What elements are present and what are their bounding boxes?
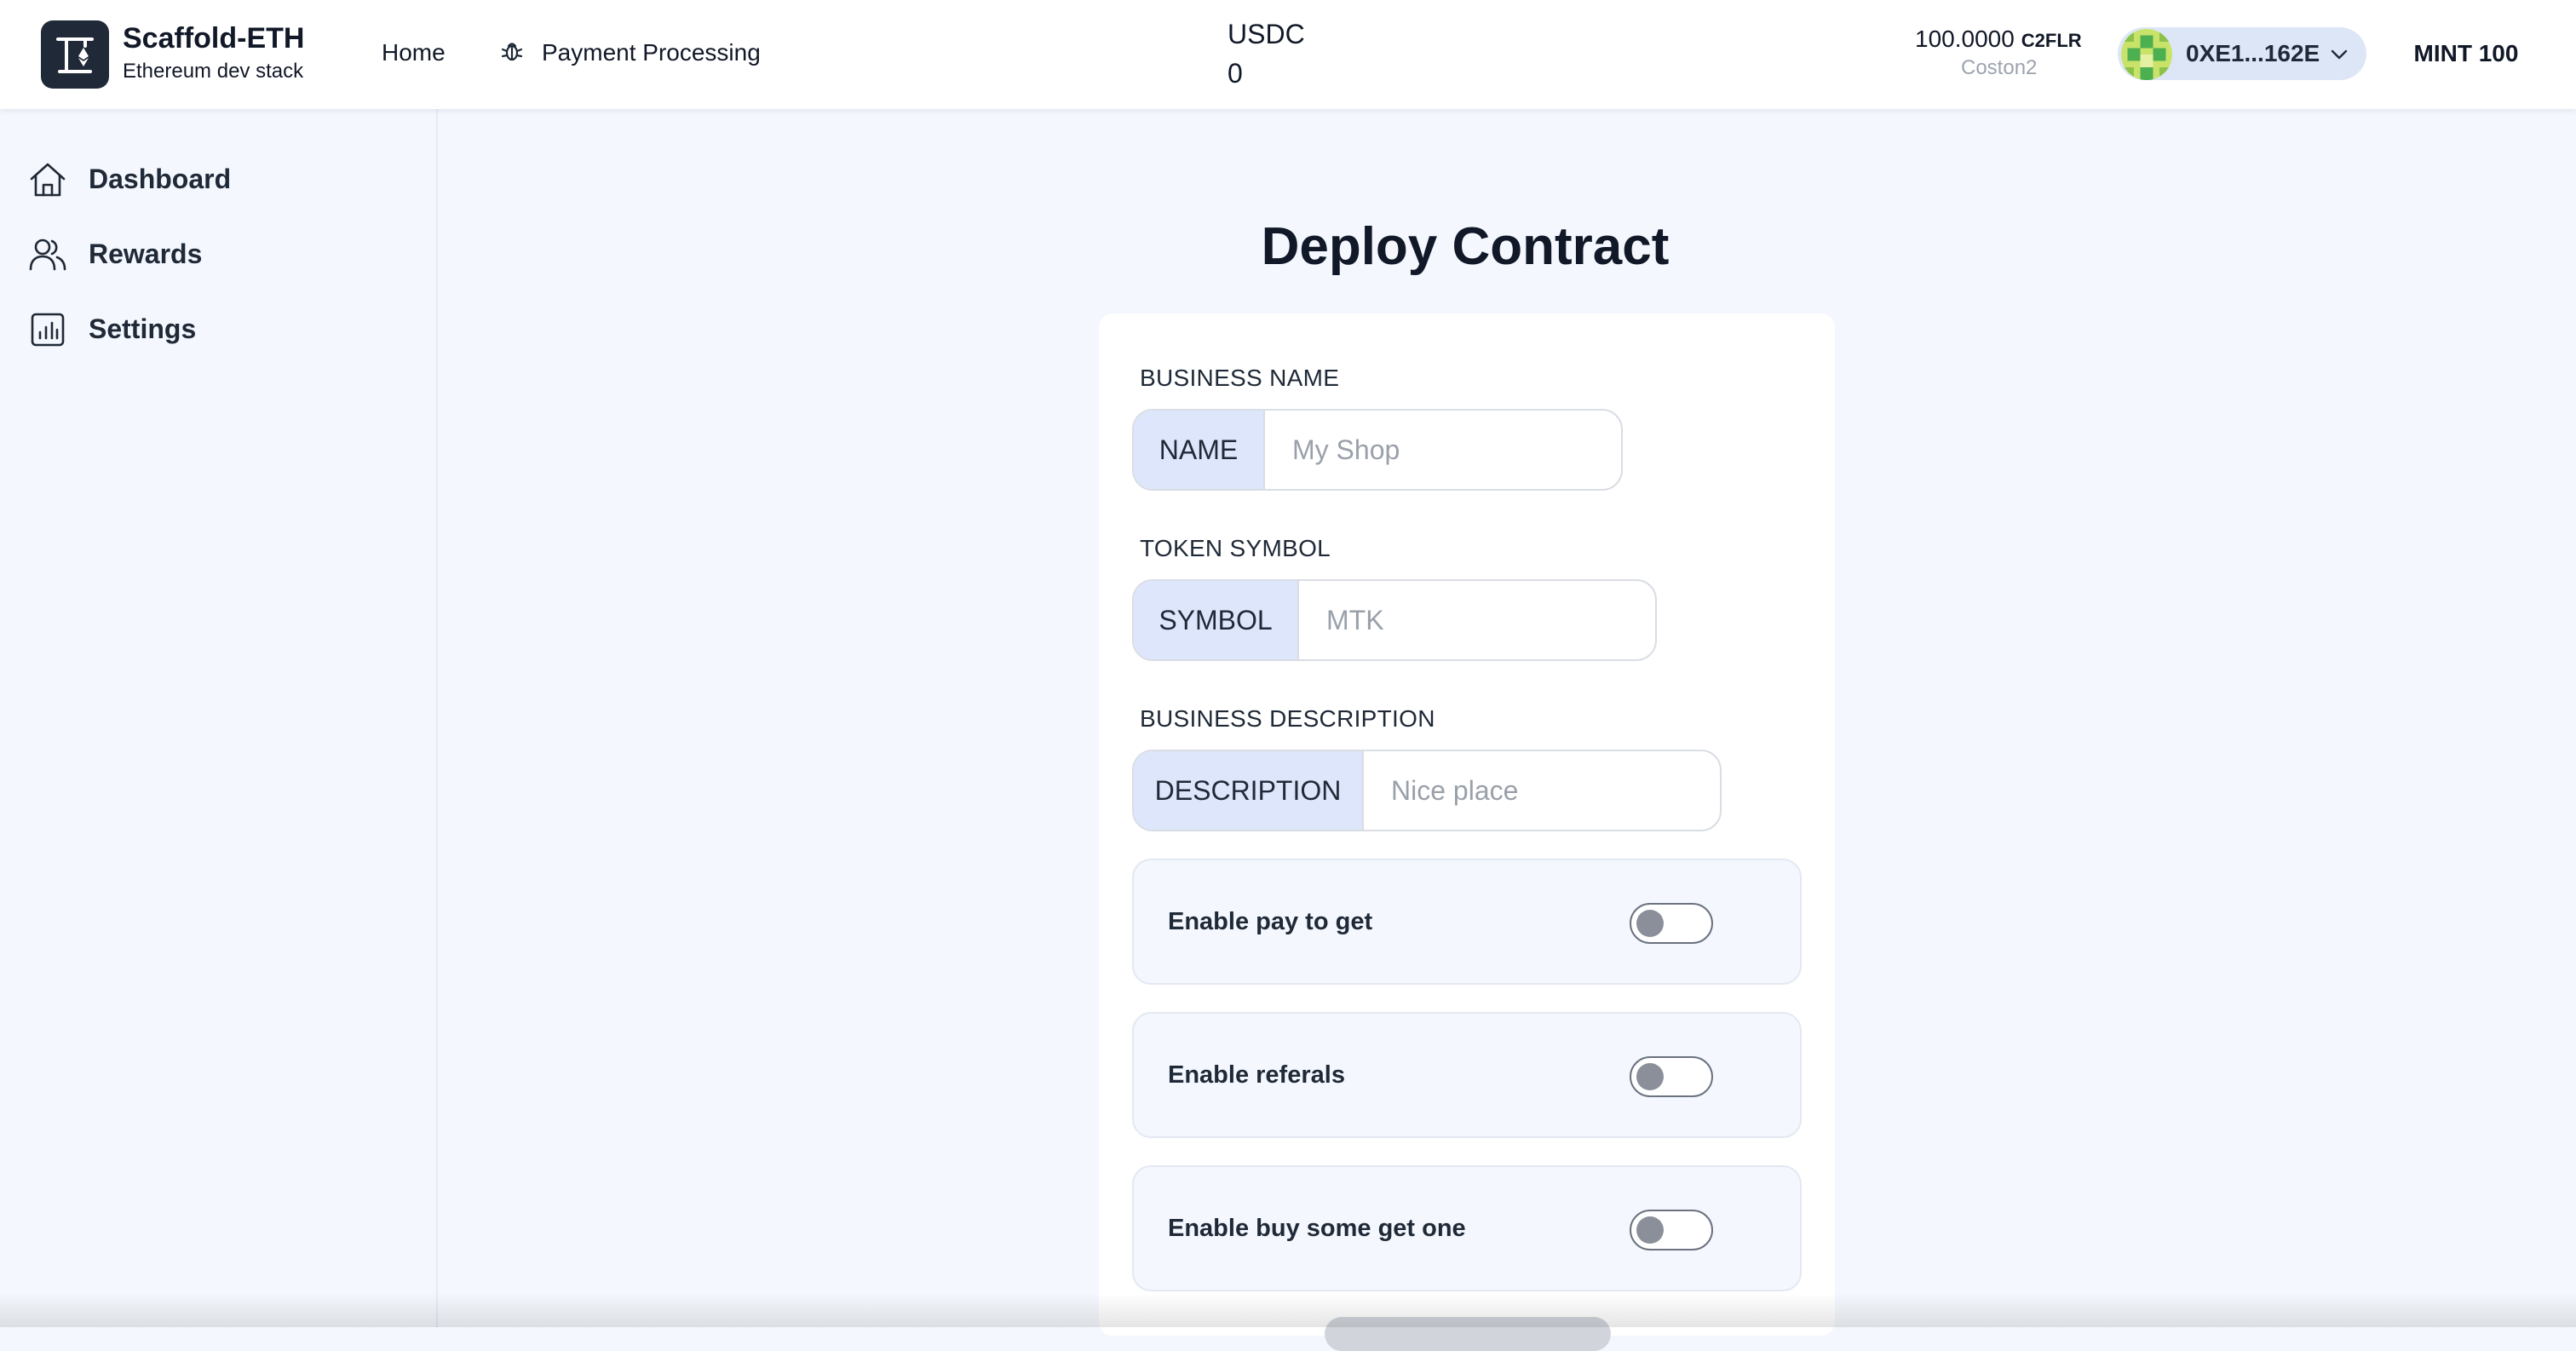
toggle-label: Enable pay to get: [1168, 908, 1373, 935]
pay-to-get-toggle[interactable]: [1630, 903, 1713, 944]
token-label: USDC: [1228, 19, 1305, 49]
native-balance-symbol: C2FLR: [2021, 30, 2082, 51]
toggle-card-pay-to-get: Enable pay to get: [1132, 859, 1802, 985]
nav-link-payment-label: Payment Processing: [542, 39, 761, 66]
top-navbar: Scaffold-ETH Ethereum dev stack Home Pay…: [0, 0, 2576, 109]
token-symbol-input[interactable]: [1299, 581, 1655, 659]
home-icon: [29, 162, 66, 202]
account-address: 0XE1...162E: [2186, 40, 2320, 66]
business-name-input-group: NAME: [1132, 409, 1623, 491]
chevron-down-icon: [2329, 44, 2349, 69]
sidebar-item-settings[interactable]: Settings: [29, 305, 404, 353]
referals-toggle[interactable]: [1630, 1056, 1713, 1097]
brand-subtitle: Ethereum dev stack: [123, 60, 304, 83]
toggle-card-referals: Enable referals: [1132, 1012, 1802, 1138]
sidebar-item-rewards[interactable]: Rewards: [29, 230, 404, 278]
network-name: Coston2: [1961, 56, 2038, 79]
toggle-knob: [1636, 1063, 1664, 1090]
sidebar-item-label: Rewards: [89, 239, 203, 269]
business-description-input-group: DESCRIPTION: [1132, 750, 1722, 831]
toggle-card-buy-some-get-one: Enable buy some get one: [1132, 1165, 1802, 1291]
brand-title[interactable]: Scaffold-ETH: [123, 22, 304, 55]
business-name-addon: NAME: [1134, 411, 1265, 489]
sidebar-item-label: Settings: [89, 313, 197, 344]
native-balance: 100.0000 C2FLR: [1915, 26, 2082, 53]
mint-button[interactable]: MINT 100: [2385, 27, 2547, 80]
token-symbol-input-group: SYMBOL: [1132, 579, 1657, 661]
token-balance-value: 0: [1228, 58, 1243, 89]
sidebar-item-label: Dashboard: [89, 164, 232, 194]
toggle-label: Enable referals: [1168, 1061, 1345, 1089]
token-symbol-addon: SYMBOL: [1134, 581, 1299, 659]
bug-icon: [501, 39, 526, 69]
nav-link-payment-processing[interactable]: Payment Processing: [501, 39, 761, 69]
buy-some-get-one-toggle[interactable]: [1630, 1210, 1713, 1250]
toggle-knob: [1636, 1216, 1664, 1244]
sidebar-item-dashboard[interactable]: Dashboard: [29, 155, 404, 203]
page-title: Deploy Contract: [1261, 217, 1670, 276]
sidebar: Dashboard Rewards Settings: [0, 109, 438, 1327]
business-description-addon: DESCRIPTION: [1134, 751, 1364, 830]
scroll-shadow: [0, 1293, 2576, 1327]
account-dropdown-button[interactable]: 0XE1...162E: [2118, 27, 2366, 80]
toggle-knob: [1636, 910, 1664, 937]
business-name-label: BUSINESS NAME: [1140, 365, 1340, 391]
toggle-label: Enable buy some get one: [1168, 1215, 1466, 1242]
token-symbol-label: TOKEN SYMBOL: [1140, 535, 1331, 561]
avatar: [2121, 29, 2172, 80]
users-icon: [29, 237, 66, 277]
business-description-label: BUSINESS DESCRIPTION: [1140, 705, 1435, 732]
crane-logo-icon: [56, 37, 94, 73]
nav-link-home[interactable]: Home: [382, 39, 446, 66]
chart-icon: [29, 312, 66, 352]
scaffold-eth-logo[interactable]: [41, 20, 109, 89]
business-name-input[interactable]: [1265, 411, 1621, 489]
business-description-input[interactable]: [1364, 751, 1720, 830]
native-balance-amount: 100.0000: [1915, 26, 2015, 52]
